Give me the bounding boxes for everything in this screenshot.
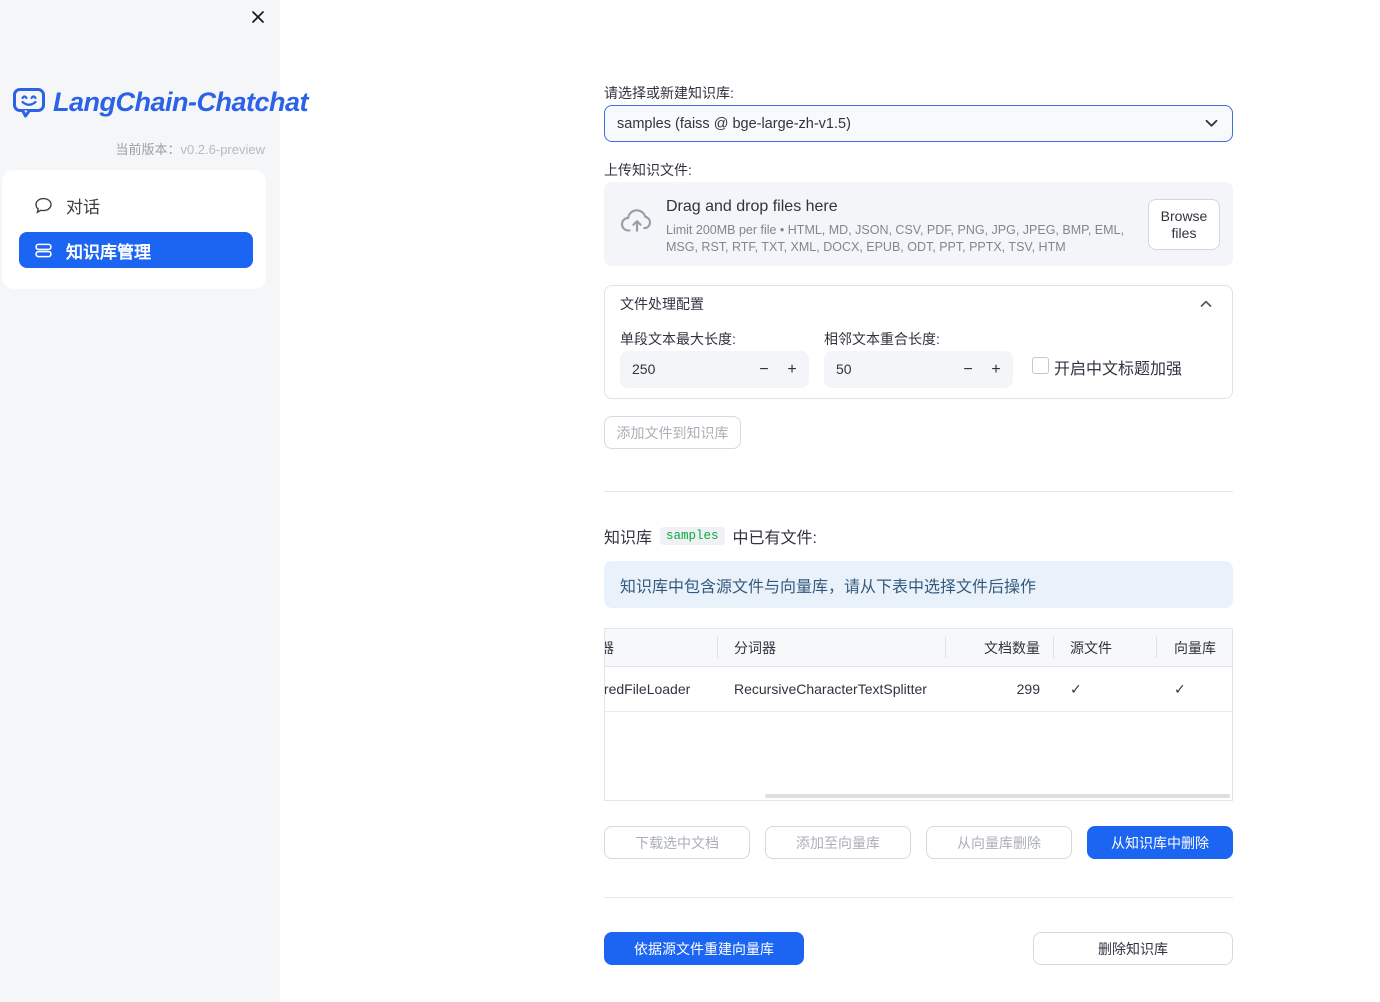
sidebar-close-button[interactable] bbox=[247, 6, 269, 28]
rebuild-vector-store-button[interactable]: 依据源文件重建向量库 bbox=[604, 932, 804, 965]
info-banner: 知识库中包含源文件与向量库，请从下表中选择文件后操作 bbox=[604, 561, 1233, 608]
kb-stack-icon bbox=[34, 241, 53, 260]
chat-bubble-icon bbox=[34, 196, 53, 215]
browse-files-button[interactable]: Browse files bbox=[1148, 199, 1220, 250]
chunk-size-input[interactable]: 250 − + bbox=[620, 351, 809, 388]
kb-files-table[interactable]: 文档加载器 分词器 文档数量 源文件 向量库 UnstructuredFileL… bbox=[604, 628, 1233, 801]
kb-select-label: 请选择或新建知识库: bbox=[604, 85, 734, 101]
info-banner-text: 知识库中包含源文件与向量库，请从下表中选择文件后操作 bbox=[620, 578, 1037, 596]
kb-name-code: samples bbox=[660, 527, 725, 545]
overlap-size-value[interactable]: 50 bbox=[836, 351, 852, 388]
download-selected-button[interactable]: 下载选中文档 bbox=[604, 826, 750, 859]
column-header-vector-store: 向量库 bbox=[1174, 639, 1216, 656]
chunk-plus-button[interactable]: + bbox=[779, 351, 805, 388]
horizontal-scrollbar[interactable] bbox=[765, 794, 1230, 798]
add-files-to-kb-button[interactable]: 添加文件到知识库 bbox=[604, 416, 741, 449]
app-logo: LangChain-Chatchat bbox=[12, 85, 309, 119]
overlap-size-input[interactable]: 50 − + bbox=[824, 351, 1013, 388]
delete-kb-button[interactable]: 删除知识库 bbox=[1033, 932, 1233, 965]
app-title: LangChain-Chatchat bbox=[53, 86, 309, 117]
chunk-size-value[interactable]: 250 bbox=[632, 351, 655, 388]
kb-select-value: samples (faiss @ bge-large-zh-v1.5) bbox=[617, 115, 851, 132]
chatchat-logo-icon bbox=[12, 85, 46, 119]
delete-from-vector-store-button[interactable]: 从向量库删除 bbox=[926, 826, 1072, 859]
table-header-row: 文档加载器 分词器 文档数量 源文件 向量库 bbox=[605, 629, 1232, 667]
zh-title-checkbox-label[interactable]: 开启中文标题加强 bbox=[1054, 355, 1182, 379]
cell-doc-count[interactable]: 299 bbox=[945, 667, 1053, 711]
chevron-down-icon bbox=[1205, 119, 1218, 128]
divider bbox=[604, 491, 1233, 492]
add-to-vector-store-button[interactable]: 添加至向量库 bbox=[765, 826, 911, 859]
cell-source-file-check[interactable]: ✓ bbox=[1053, 667, 1156, 711]
file-dropzone[interactable]: Drag and drop files here Limit 200MB per… bbox=[604, 182, 1233, 266]
sidebar-item-label: 对话 bbox=[66, 197, 100, 217]
table-scroll-content: 文档加载器 分词器 文档数量 源文件 向量库 UnstructuredFileL… bbox=[605, 629, 1232, 712]
chevron-up-icon bbox=[1200, 300, 1212, 308]
column-header-source-file: 源文件 bbox=[1070, 639, 1112, 656]
column-header-loader: 文档加载器 bbox=[605, 629, 717, 666]
header-separator bbox=[1156, 637, 1157, 658]
table-row[interactable]: UnstructuredFileLoader RecursiveCharacte… bbox=[605, 667, 1232, 712]
file-config-expander: 文件处理配置 单段文本最大长度: 相邻文本重合长度: 250 − + 50 − … bbox=[604, 285, 1233, 399]
overlap-minus-button[interactable]: − bbox=[955, 351, 981, 388]
column-header-doc-count: 文档数量 bbox=[984, 639, 1040, 656]
delete-from-kb-button[interactable]: 从知识库中删除 bbox=[1087, 826, 1233, 859]
header-separator bbox=[717, 637, 718, 658]
sidebar-item-kb-management[interactable]: 知识库管理 bbox=[19, 232, 253, 268]
version-line: 当前版本：v0.2.6-preview bbox=[115, 139, 265, 158]
chunk-size-label: 单段文本最大长度: bbox=[620, 331, 736, 347]
app-root: LangChain-Chatchat 当前版本：v0.2.6-preview 对… bbox=[0, 0, 1380, 1002]
cell-splitter[interactable]: RecursiveCharacterTextSplitter bbox=[717, 667, 945, 711]
cloud-upload-icon bbox=[620, 206, 654, 240]
kb-files-prefix: 知识库 bbox=[604, 530, 653, 547]
sidebar-item-dialogue[interactable]: 对话 bbox=[19, 187, 253, 223]
version-value: v0.2.6-preview bbox=[180, 142, 265, 157]
cell-loader[interactable]: UnstructuredFileLoader bbox=[605, 667, 717, 711]
expander-header[interactable]: 文件处理配置 bbox=[605, 286, 1232, 322]
dropzone-limit-text: Limit 200MB per file • HTML, MD, JSON, C… bbox=[666, 223, 1124, 254]
dropzone-title: Drag and drop files here bbox=[666, 198, 838, 215]
chunk-minus-button[interactable]: − bbox=[751, 351, 777, 388]
divider bbox=[604, 897, 1233, 898]
column-header-splitter: 分词器 bbox=[734, 639, 776, 656]
expander-title: 文件处理配置 bbox=[620, 296, 704, 312]
kb-files-heading: 知识库 samples 中已有文件: bbox=[604, 525, 817, 547]
overlap-plus-button[interactable]: + bbox=[983, 351, 1009, 388]
header-separator bbox=[1053, 637, 1054, 658]
overlap-size-label: 相邻文本重合长度: bbox=[824, 331, 940, 347]
header-separator bbox=[945, 637, 946, 658]
sidebar: LangChain-Chatchat 当前版本：v0.2.6-preview 对… bbox=[0, 0, 309, 1002]
sidebar-menu: 对话 知识库管理 bbox=[2, 170, 266, 289]
kb-files-suffix: 中已有文件: bbox=[732, 530, 817, 547]
version-label: 当前版本： bbox=[115, 142, 181, 157]
close-icon bbox=[250, 9, 266, 25]
sidebar-item-label: 知识库管理 bbox=[66, 242, 151, 262]
cell-vector-store-check[interactable]: ✓ bbox=[1156, 667, 1232, 711]
kb-select-dropdown[interactable]: samples (faiss @ bge-large-zh-v1.5) bbox=[604, 105, 1233, 142]
zh-title-checkbox[interactable] bbox=[1032, 357, 1049, 374]
upload-label: 上传知识文件: bbox=[604, 162, 692, 178]
